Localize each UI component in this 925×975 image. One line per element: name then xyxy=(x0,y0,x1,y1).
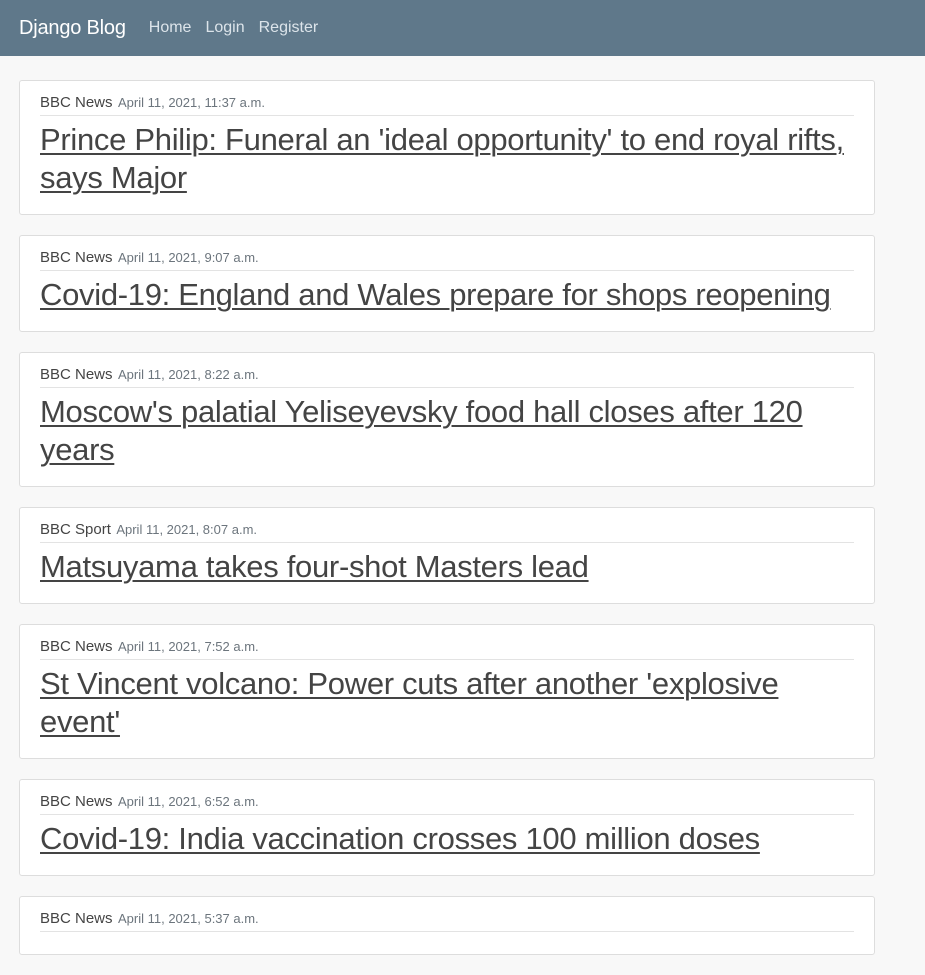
post-title-link[interactable]: Covid-19: England and Wales prepare for … xyxy=(40,276,854,314)
post-title-link[interactable]: Moscow's palatial Yeliseyevsky food hall… xyxy=(40,393,854,469)
nav-link-login[interactable]: Login xyxy=(205,19,244,37)
brand-link[interactable]: Django Blog xyxy=(19,17,126,40)
post-title-link[interactable]: Matsuyama takes four-shot Masters lead xyxy=(40,548,854,586)
post-source: BBC News xyxy=(40,793,113,810)
post-date: April 11, 2021, 8:07 a.m. xyxy=(116,522,258,537)
post-date: April 11, 2021, 8:22 a.m. xyxy=(117,367,259,382)
post-source: BBC Sport xyxy=(40,521,111,538)
post-meta: BBC News April 11, 2021, 9:07 a.m. xyxy=(40,249,854,271)
post-feed: BBC News April 11, 2021, 11:37 a.m. Prin… xyxy=(19,80,875,975)
post-card: BBC News April 11, 2021, 5:37 a.m. xyxy=(19,896,875,955)
post-meta: BBC Sport April 11, 2021, 8:07 a.m. xyxy=(40,521,854,543)
post-date: April 11, 2021, 9:07 a.m. xyxy=(117,250,259,265)
post-date: April 11, 2021, 5:37 a.m. xyxy=(117,911,259,926)
post-card: BBC News April 11, 2021, 9:07 a.m. Covid… xyxy=(19,235,875,332)
post-source: BBC News xyxy=(40,910,113,927)
post-card: BBC News April 11, 2021, 8:22 a.m. Mosco… xyxy=(19,352,875,487)
post-title-link[interactable]: St Vincent volcano: Power cuts after ano… xyxy=(40,665,854,741)
post-title-link[interactable]: Prince Philip: Funeral an 'ideal opportu… xyxy=(40,121,854,197)
post-meta: BBC News April 11, 2021, 7:52 a.m. xyxy=(40,638,854,660)
post-date: April 11, 2021, 11:37 a.m. xyxy=(117,95,265,110)
post-card: BBC Sport April 11, 2021, 8:07 a.m. Mats… xyxy=(19,507,875,604)
nav-link-home[interactable]: Home xyxy=(149,19,192,37)
post-source: BBC News xyxy=(40,249,113,266)
post-date: April 11, 2021, 7:52 a.m. xyxy=(117,639,259,654)
post-card: BBC News April 11, 2021, 7:52 a.m. St Vi… xyxy=(19,624,875,759)
post-meta: BBC News April 11, 2021, 8:22 a.m. xyxy=(40,366,854,388)
post-meta: BBC News April 11, 2021, 6:52 a.m. xyxy=(40,793,854,815)
post-card: BBC News April 11, 2021, 6:52 a.m. Covid… xyxy=(19,779,875,876)
nav-link-register[interactable]: Register xyxy=(259,19,319,37)
post-source: BBC News xyxy=(40,366,113,383)
post-date: April 11, 2021, 6:52 a.m. xyxy=(117,794,259,809)
post-meta: BBC News April 11, 2021, 5:37 a.m. xyxy=(40,910,854,932)
post-source: BBC News xyxy=(40,94,113,111)
post-meta: BBC News April 11, 2021, 11:37 a.m. xyxy=(40,94,854,116)
post-source: BBC News xyxy=(40,638,113,655)
post-card: BBC News April 11, 2021, 11:37 a.m. Prin… xyxy=(19,80,875,215)
navbar: Django Blog Home Login Register xyxy=(0,0,925,56)
post-title-link[interactable]: Covid-19: India vaccination crosses 100 … xyxy=(40,820,854,858)
